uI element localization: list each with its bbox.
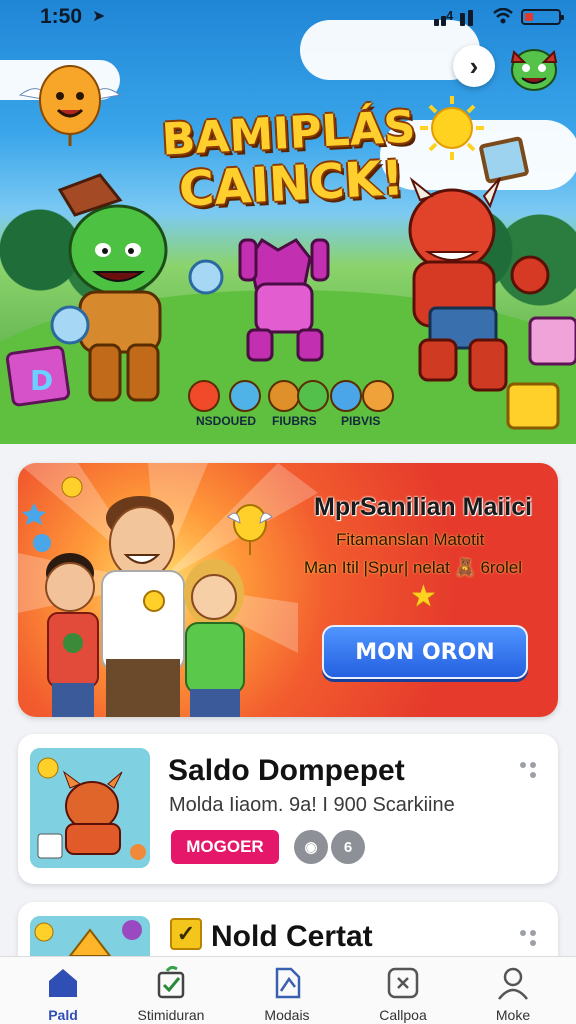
stat-label: PIBVIS <box>341 414 381 428</box>
stat-fire-icon <box>188 380 220 412</box>
home-icon <box>49 969 77 997</box>
nav-item-moke[interactable]: Moke <box>463 957 563 1024</box>
location-arrow-icon: ➤ <box>92 8 106 25</box>
sun-icon <box>420 96 484 160</box>
nav-item-callpoa[interactable]: Callpoa <box>353 957 453 1024</box>
father-character <box>101 496 185 717</box>
letter-block-s <box>506 382 560 430</box>
monster-avatar-icon[interactable] <box>506 40 562 94</box>
stat-label: FIUBRS <box>272 414 317 428</box>
checkbox-icon[interactable]: ✓ <box>170 918 202 950</box>
next-arrow-button[interactable]: › <box>453 45 495 87</box>
stat-label: NSDOUED <box>196 414 257 428</box>
promo-subtitle-line2: Man Itil |Spur| nelat 🧸 6rolel <box>304 558 523 577</box>
chevron-right-icon: › <box>469 50 479 81</box>
game-title: BAMIPLÁS CAINCK! <box>158 101 423 218</box>
stat-bomb-icon <box>229 380 261 412</box>
svg-text:D: D <box>30 364 53 397</box>
stat-gem-icon <box>362 380 394 412</box>
girl-character <box>184 559 245 717</box>
wifi-icon <box>493 8 513 24</box>
card-title: Saldo Dompepet <box>168 754 405 787</box>
battery-icon <box>521 9 564 25</box>
scatter-icon <box>387 967 419 999</box>
card-thumbnail <box>30 748 150 868</box>
status-bar: 1:50 ➤ 4 <box>0 0 576 34</box>
person-icon <box>498 967 528 1000</box>
nav-label: Stimiduran <box>137 1007 205 1023</box>
stat-water-icon <box>330 380 362 412</box>
nav-label: Callpoa <box>379 1007 427 1023</box>
game-title-line2: CAINCK! <box>177 150 405 218</box>
promo-subtitle-line1: Fitamanslan Matotit <box>336 530 485 549</box>
more-options-icon[interactable] <box>520 928 542 950</box>
card-tag-button[interactable]: MOGOER <box>171 830 279 864</box>
letter-block-c <box>528 316 576 366</box>
nav-label: Moke <box>495 1007 531 1023</box>
checklist-icon <box>157 965 185 999</box>
status-time: 1:50 <box>40 5 83 28</box>
signal-icon <box>434 10 490 26</box>
stat-leaf-icon <box>297 380 329 412</box>
bottom-nav: Pald Stimiduran Modais Callpoa Moke <box>0 956 576 1024</box>
promo-cta-button[interactable]: MON ORON <box>322 625 528 679</box>
star-icon: ★ <box>410 580 437 613</box>
location-pin-button[interactable]: ◉ <box>294 830 328 864</box>
promo-title: MprSanilian Maiici <box>314 493 533 521</box>
stats-icons-row <box>185 380 400 416</box>
more-options-icon[interactable] <box>520 760 542 782</box>
stats-labels: NSDOUED FIUBRS PIBVIS <box>185 414 385 432</box>
nav-label: Pald <box>48 1007 78 1023</box>
promo-card[interactable]: MprSanilian Maiici Fitamanslan Matotit M… <box>18 463 558 717</box>
boy-character <box>45 553 99 717</box>
letter-block-d: D <box>5 345 71 407</box>
app-root: D 1:50 ➤ 4 › BAMIPLÁS CAINCK! NSDOUED FI… <box>0 0 576 1024</box>
nav-label: Modais <box>264 1007 310 1023</box>
document-icon <box>275 967 301 999</box>
pink-robot-character <box>238 237 330 362</box>
picture-frame-icon <box>479 136 529 184</box>
hero-banner[interactable]: D 1:50 ➤ 4 › BAMIPLÁS CAINCK! NSDOUED FI… <box>0 0 576 444</box>
nav-item-modais[interactable]: Modais <box>237 957 337 1024</box>
nav-item-pald[interactable]: Pald <box>13 957 113 1024</box>
red-monster-character <box>408 176 550 392</box>
card-description: Molda Iiaom. 9a! I 900 Scarkiine <box>169 794 455 816</box>
nav-item-stimiduran[interactable]: Stimiduran <box>121 957 221 1024</box>
stat-face-icon <box>268 380 300 412</box>
signal-percent: 4 <box>446 8 454 23</box>
card-title: Nold Certat <box>211 920 373 953</box>
list-card[interactable]: Saldo Dompepet Molda Iiaom. 9a! I 900 Sc… <box>18 734 558 884</box>
balloon-icon <box>18 65 122 146</box>
count-badge-button[interactable]: 6 <box>331 830 365 864</box>
